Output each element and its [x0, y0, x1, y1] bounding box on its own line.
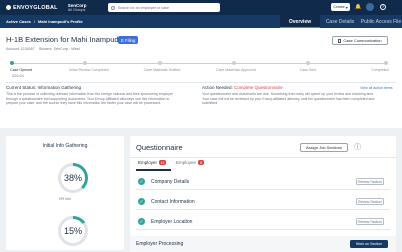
review-section-button[interactable]: Review Section [356, 178, 384, 185]
tab-public-access-label: Public Access File [360, 18, 402, 25]
tab-employee-label: Employee [176, 160, 197, 165]
create-button-label: Create [333, 5, 345, 9]
logo-text: ENVOYGLOBAL [13, 4, 58, 11]
questionnaire-row-company-details: ✓ Company Details Review Section [136, 174, 390, 190]
breadcrumb-active-cases[interactable]: Active Cases [6, 19, 31, 24]
tab-employer-label: Employer [138, 160, 158, 165]
tab-employee-count-badge: 8 [198, 160, 205, 165]
row-label: Contact Information [151, 198, 195, 205]
org-group: All Groups [67, 7, 86, 12]
ring-percent-second: 15% [61, 219, 85, 243]
current-status-title: Current Status: Information Gathering [6, 85, 82, 90]
questionnaire-title: Questionnaire [136, 143, 183, 152]
search-box[interactable] [108, 3, 220, 12]
tab-case-details-label: Case Details [325, 18, 355, 25]
case-progress-bar [10, 61, 388, 65]
info-gathering-title: Initial Info Gathering [42, 143, 88, 149]
action-needed-prefix: Action Needed: [202, 85, 233, 90]
step-dot-materials-drafted [158, 61, 162, 65]
action-needed-value[interactable]: Complete Questionnaire [234, 85, 283, 90]
step-date-case-opened: 02/1/24 [12, 74, 24, 78]
tab-employer[interactable]: Employer 13 [138, 160, 166, 165]
check-circle-icon: ✓ [138, 198, 145, 205]
step-dot-materials-approved [232, 61, 236, 65]
breadcrumb-separator: / [33, 19, 36, 24]
section-divider [6, 82, 396, 83]
step-label-materials-approved: Case Materials Approved [215, 68, 257, 72]
case-communication-button[interactable]: Case Communication [332, 36, 388, 45]
help-icon[interactable]: ? [380, 4, 386, 10]
step-label-initial-review: Initial Review Completed [69, 68, 109, 72]
step-label-case-sent: Case Sent [299, 68, 317, 72]
case-employer: Student: SenCorp - West [38, 47, 80, 51]
notification-bell-icon[interactable]: 🔔 [355, 4, 361, 10]
check-circle-icon: ✓ [138, 178, 145, 185]
action-needed-text: Your questionnaire and documents are due… [202, 92, 375, 106]
step-label-case-opened: Case Opened [10, 68, 33, 72]
step-dot-initial-review [83, 61, 87, 65]
step-dot-case-opened [10, 61, 14, 65]
questionnaire-row-contact-information: ✓ Contact Information Review Section [136, 194, 390, 210]
assign-job-sections-button[interactable]: Assign Job Sections [300, 143, 348, 152]
organization-switcher[interactable]: SenCorp All Groups [68, 3, 87, 13]
work-on-section-button[interactable]: Work on Section [350, 240, 388, 248]
view-all-action-items-link[interactable]: View all action items [360, 86, 393, 90]
review-section-button[interactable]: Review Section [356, 198, 384, 205]
user-avatar[interactable] [366, 3, 374, 11]
case-communication-label: Case Communication [343, 38, 382, 43]
tab-case-details[interactable]: Case Details [322, 15, 358, 28]
questionnaire-card [130, 136, 396, 250]
breadcrumb-profile[interactable]: Mahi Inampudi's Profile [38, 19, 83, 24]
step-label-completed: Completed [371, 68, 389, 72]
case-meta: Account 1234567 Student: SenCorp - West [6, 47, 84, 51]
envoy-logo[interactable]: ENVOYGLOBAL [6, 5, 58, 11]
row-label: Employer Processing [136, 241, 184, 247]
case-subnav: Active Cases / Mahi Inampudi's Profile O… [0, 15, 402, 28]
progress-ring-hr-info: 38% [58, 163, 88, 193]
current-status-text: This is the process of collecting releva… [6, 92, 174, 106]
row-label: Employer Location [151, 218, 193, 225]
step-dot-case-sent [306, 61, 310, 65]
document-icon [338, 38, 342, 43]
tab-overview[interactable]: Overview [280, 15, 320, 28]
tab-employer-count-badge: 13 [159, 160, 166, 165]
progress-track [12, 62, 386, 64]
progress-ring-second: 15% [58, 216, 88, 246]
search-icon [111, 5, 115, 10]
questionnaire-divider [130, 157, 396, 158]
assign-button-label: Assign Job Sections [305, 145, 343, 150]
badge-label: E Filing [121, 37, 136, 43]
case-number: Account 1234567 [6, 47, 35, 51]
ring-label-hr-info: HR Info [58, 197, 72, 201]
questionnaire-row-employer-location: ✓ Employer Location Review Section [136, 214, 390, 230]
step-dot-completed [384, 61, 388, 65]
action-needed-title: Action Needed: Complete Questionnaire [202, 85, 283, 90]
create-button[interactable]: Create ▾ [331, 3, 350, 11]
case-title: H-1B Extension for Mahi Inampudi [6, 35, 121, 44]
review-section-button[interactable]: Review Section [356, 218, 384, 225]
e-filing-badge: E Filing [118, 36, 139, 44]
tab-overview-label: Overview [288, 18, 312, 25]
search-input[interactable] [118, 5, 213, 10]
step-label-materials-drafted: Case Materials Drafted [143, 68, 181, 72]
info-icon[interactable]: ⓘ [354, 144, 361, 151]
logo-mark-icon [6, 5, 11, 10]
breadcrumb: Active Cases / Mahi Inampudi's Profile [6, 19, 86, 24]
active-tab-indicator [136, 169, 171, 171]
tab-employee[interactable]: Employee 8 [176, 160, 205, 165]
tab-public-access-file[interactable]: Public Access File [360, 15, 402, 28]
row-label: Company Details [151, 178, 190, 185]
check-circle-icon: ✓ [138, 218, 145, 225]
ring-percent-hr-info: 38% [61, 166, 85, 190]
